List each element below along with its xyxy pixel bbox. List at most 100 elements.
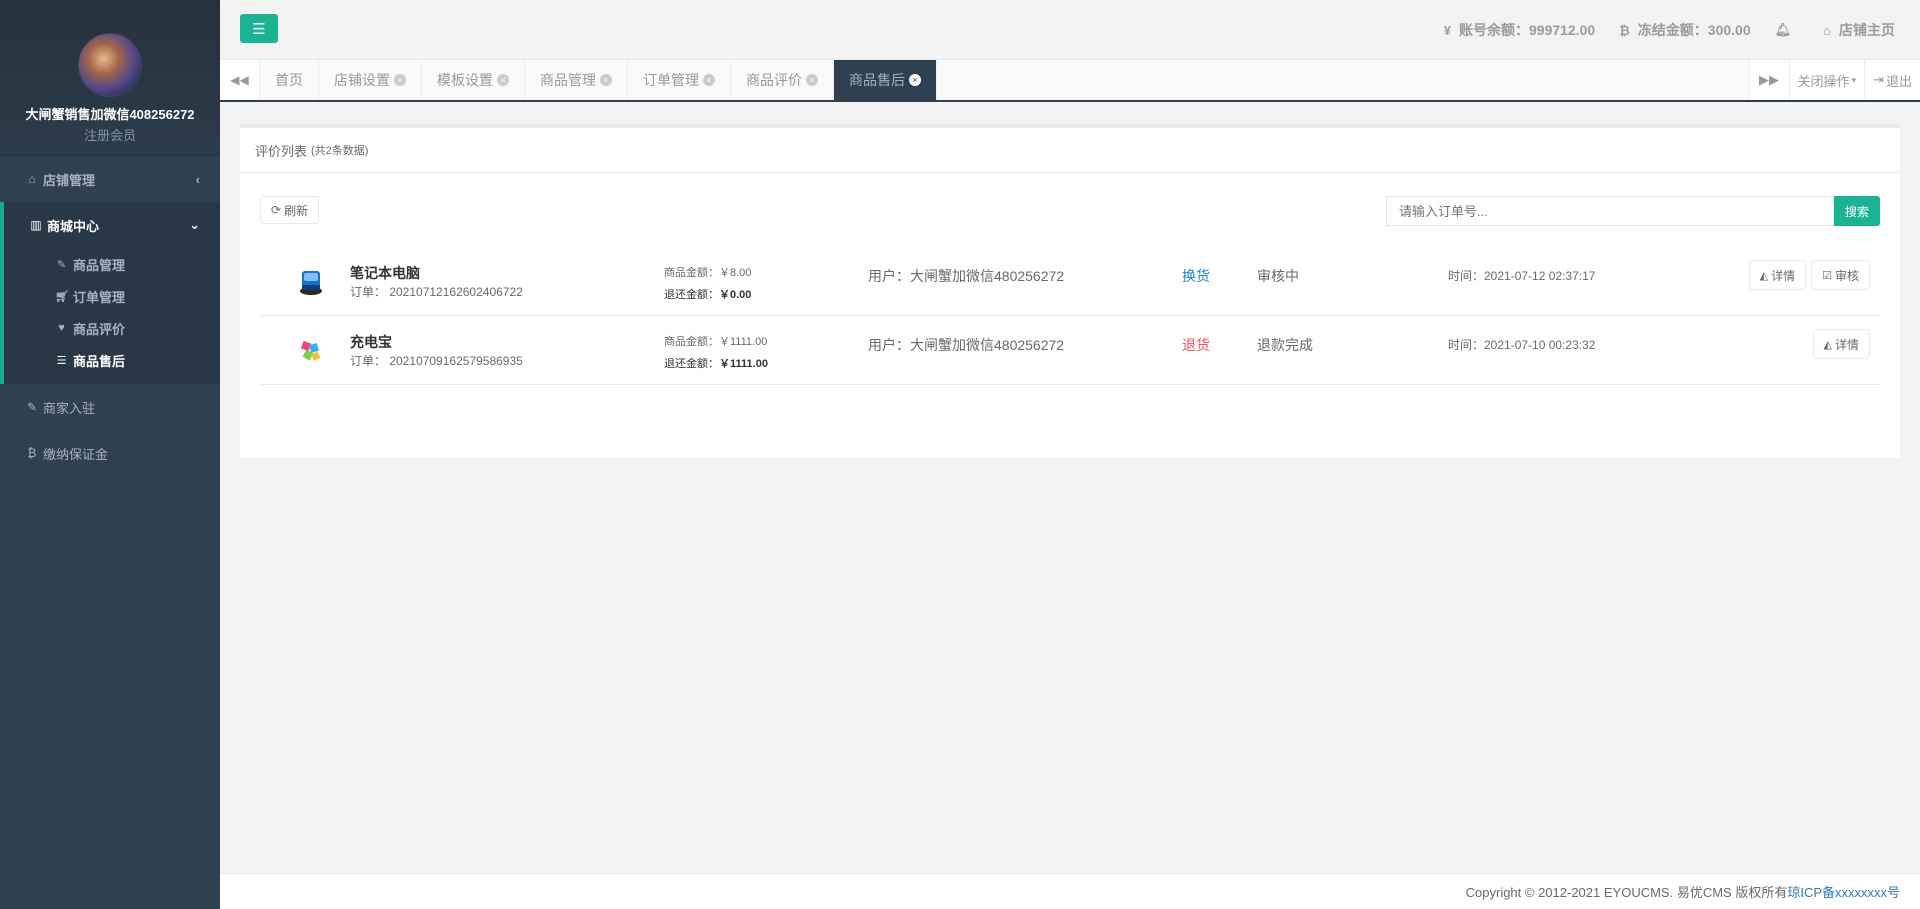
bitcoin-icon: ₿ bbox=[1619, 22, 1630, 38]
profile-username: 大闸蟹销售加微信408256272 bbox=[25, 107, 195, 122]
check-square-icon: ☑ bbox=[1822, 269, 1832, 282]
tab-home[interactable]: 首页 bbox=[260, 60, 319, 100]
panel-title: 评价列表 (共2条数据) bbox=[240, 128, 1900, 173]
home-icon: ⌂ bbox=[28, 172, 36, 186]
user-name: 用户：大闸蟹加微信480256272 bbox=[868, 268, 1065, 284]
after-sales-panel: 评价列表 (共2条数据) ⟳ 刷新 搜索 笔记本电脑 订单： 202107121… bbox=[240, 124, 1900, 458]
sidebar-subitem-product-reviews[interactable]: ♥ 商品评价 bbox=[4, 312, 220, 344]
product-name: 笔记本电脑 bbox=[350, 265, 420, 281]
notifications-button[interactable]: 🔔︎ bbox=[1775, 22, 1800, 38]
close-icon[interactable]: × bbox=[600, 74, 612, 86]
close-operations-dropdown[interactable]: 关闭操作 ▾ bbox=[1788, 60, 1865, 100]
avatar[interactable] bbox=[78, 33, 142, 97]
edit-icon: ✎ bbox=[26, 400, 38, 414]
database-icon: ☰ bbox=[56, 354, 67, 367]
tab-label: 商品评价 bbox=[746, 72, 802, 88]
refresh-button[interactable]: ⟳ 刷新 bbox=[260, 196, 320, 224]
shop-home-link[interactable]: ⌂ 店铺主页 bbox=[1823, 20, 1895, 40]
refresh-label: 刷新 bbox=[284, 203, 309, 218]
top-bar: ☰ ¥ 账号余额：999712.00 ₿ 冻结金额：300.00 🔔︎ ⌂ 店铺… bbox=[220, 0, 1920, 60]
product-name: 充电宝 bbox=[350, 334, 392, 350]
panel-toolbar: ⟳ 刷新 搜索 bbox=[240, 173, 1900, 229]
footer: Copyright © 2012-2021 EYOUCMS. 易优CMS 版权所… bbox=[220, 873, 1920, 909]
close-icon[interactable]: × bbox=[497, 74, 509, 86]
tab-scroll-left-button[interactable]: ◀◀ bbox=[220, 60, 260, 100]
product-amount: 商品金额：￥8.00 bbox=[664, 267, 752, 279]
close-icon[interactable]: × bbox=[806, 74, 818, 86]
detail-button[interactable]: ◭ 详情 bbox=[1812, 329, 1870, 359]
area-chart-icon: ◭ bbox=[1823, 338, 1832, 351]
after-sales-list: 笔记本电脑 订单： 20210712162602406722 商品金额：￥8.0… bbox=[260, 247, 1880, 385]
sidebar-item-label: 店铺管理 bbox=[43, 172, 96, 188]
sidebar-subitem-order-management[interactable]: 🛒︎ 订单管理 bbox=[4, 280, 220, 312]
sidebar-subitem-label: 商品管理 bbox=[73, 257, 126, 273]
forward-icon: ▶▶ bbox=[1759, 72, 1780, 87]
review-button[interactable]: ☑ 审核 bbox=[1811, 260, 1870, 290]
tab-label: 订单管理 bbox=[643, 72, 699, 88]
profile-role: 注册会员 bbox=[83, 128, 136, 143]
sign-out-icon: ⇥ bbox=[1873, 72, 1884, 87]
sidebar-item-shop-management[interactable]: ⌂ 店铺管理 ‹ bbox=[0, 156, 220, 202]
tab-template-settings[interactable]: 模板设置 × bbox=[422, 60, 525, 100]
hamburger-icon: ☰ bbox=[252, 20, 266, 38]
menu-toggle-button[interactable]: ☰ bbox=[240, 14, 278, 43]
sidebar-subitem-product-management[interactable]: ✎ 商品管理 bbox=[4, 248, 220, 280]
close-icon[interactable]: × bbox=[703, 74, 715, 86]
detail-button[interactable]: ◭ 详情 bbox=[1748, 260, 1807, 290]
refund-value: ￥0.00 bbox=[719, 289, 752, 301]
copyright-text: Copyright © 2012-2021 EYOUCMS. 易优CMS 版权所… bbox=[1465, 885, 1788, 900]
logout-button[interactable]: ⇥ 退出 bbox=[1864, 60, 1920, 100]
area-chart-icon: ◭ bbox=[1759, 269, 1769, 282]
request-time: 时间：2021-07-10 00:23:32 bbox=[1448, 338, 1596, 352]
tab-scroll-right-button[interactable]: ▶▶ bbox=[1748, 60, 1789, 100]
caret-down-icon: ▾ bbox=[1851, 74, 1857, 85]
bitcoin-icon: ₿ bbox=[27, 446, 37, 460]
order-number: 订单： 20210712162602406722 bbox=[350, 285, 523, 299]
backward-icon: ◀◀ bbox=[230, 73, 249, 87]
order-number: 订单： 20210709162579586935 bbox=[350, 354, 523, 368]
frozen-amount-text: 冻结金额：300.00 bbox=[1637, 22, 1751, 38]
tab-product-management[interactable]: 商品管理 × bbox=[525, 60, 628, 100]
sidebar-subitem-label: 商品售后 bbox=[73, 353, 126, 369]
sidebar-item-label: 缴纳保证金 bbox=[43, 446, 109, 462]
close-icon[interactable]: × bbox=[394, 74, 406, 86]
tab-label: 商品管理 bbox=[540, 72, 596, 88]
sidebar-group-mall-center: ▥ 商城中心 ⌄ ✎ 商品管理 🛒︎ 订单管理 ♥ 商品评价 ☰ 商品售后 bbox=[0, 202, 220, 384]
sidebar-item-mall-center[interactable]: ▥ 商城中心 ⌄ bbox=[4, 202, 220, 248]
bar-chart-icon: ▥ bbox=[30, 218, 42, 232]
bell-icon: 🔔︎ bbox=[1774, 22, 1792, 37]
heart-icon: ♥ bbox=[58, 322, 65, 334]
service-status: 退款完成 bbox=[1257, 337, 1313, 353]
detail-label: 详情 bbox=[1771, 268, 1796, 283]
refund-label: 退还金额： bbox=[664, 358, 719, 370]
detail-label: 详情 bbox=[1834, 337, 1859, 352]
power-bank-thumbnail bbox=[300, 340, 321, 361]
record-count: (共2条数据) bbox=[311, 145, 369, 157]
tab-actions: ▶▶ 关闭操作 ▾ ⇥ 退出 bbox=[1748, 60, 1920, 100]
top-bar-info: ¥ 账号余额：999712.00 ₿ 冻结金额：300.00 🔔︎ ⌂ 店铺主页 bbox=[1420, 0, 1895, 60]
tab-label: 商品售后 bbox=[849, 72, 905, 88]
home-icon: ⌂ bbox=[1823, 22, 1831, 38]
refund-label: 退还金额： bbox=[664, 289, 719, 301]
sidebar-subitem-after-sales[interactable]: ☰ 商品售后 bbox=[4, 344, 220, 376]
tab-after-sales[interactable]: 商品售后 × bbox=[834, 60, 937, 100]
request-time: 时间：2021-07-12 02:37:17 bbox=[1448, 269, 1596, 283]
search-button[interactable]: 搜索 bbox=[1834, 196, 1880, 226]
chevron-left-icon: ‹ bbox=[195, 171, 200, 187]
review-label: 审核 bbox=[1834, 268, 1859, 283]
sidebar-item-deposit[interactable]: ₿ 缴纳保证金 bbox=[0, 430, 220, 476]
tab-order-management[interactable]: 订单管理 × bbox=[628, 60, 731, 100]
close-operations-label: 关闭操作 bbox=[1797, 73, 1850, 89]
yen-icon: ¥ bbox=[1443, 22, 1451, 38]
sidebar-nav: ⌂ 店铺管理 ‹ ▥ 商城中心 ⌄ ✎ 商品管理 🛒︎ 订单管理 ♥ 商品评价 bbox=[0, 156, 220, 476]
refresh-icon: ⟳ bbox=[271, 203, 282, 217]
close-icon[interactable]: × bbox=[909, 74, 921, 86]
user-name: 用户：大闸蟹加微信480256272 bbox=[868, 337, 1065, 353]
refund-value: ￥1111.00 bbox=[719, 358, 768, 370]
icp-link[interactable]: 琼ICP备xxxxxxxx号 bbox=[1787, 882, 1900, 901]
search-label: 搜索 bbox=[1844, 204, 1869, 219]
order-search-input[interactable] bbox=[1386, 196, 1834, 226]
tab-shop-settings[interactable]: 店铺设置 × bbox=[319, 60, 422, 100]
tab-product-reviews[interactable]: 商品评价 × bbox=[731, 60, 834, 100]
sidebar-item-merchant-join[interactable]: ✎ 商家入驻 bbox=[0, 384, 220, 430]
